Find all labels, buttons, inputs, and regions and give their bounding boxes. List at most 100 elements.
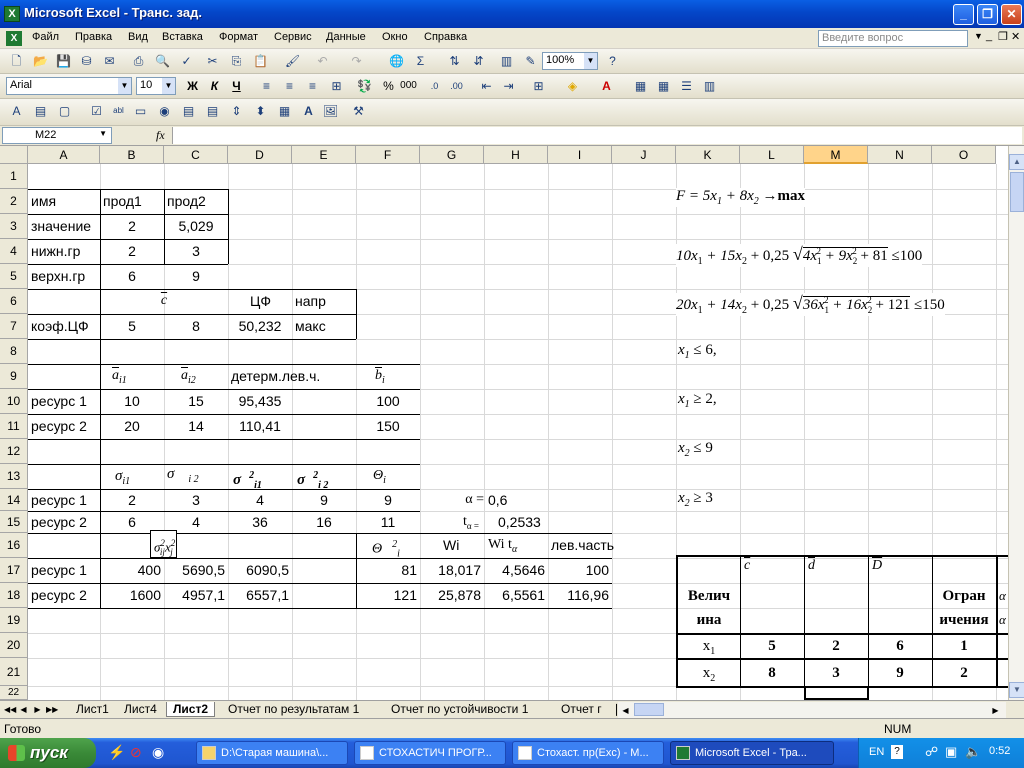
last-sheet-icon[interactable]: ▶▶ [46, 703, 58, 716]
cell-c6[interactable]: c [100, 291, 228, 311]
cell-c17[interactable]: 5690,5 [164, 560, 225, 580]
row-header-4[interactable]: 4 [0, 239, 28, 264]
table2-header-limits-1[interactable]: Огран [932, 586, 996, 606]
row-header-14[interactable]: 14 [0, 489, 28, 511]
name-box[interactable]: M22 ▼ [2, 127, 112, 144]
cut-icon[interactable]: ✂ [204, 53, 221, 69]
table2-header-name-1[interactable]: Велич [678, 586, 740, 606]
font-size-select[interactable]: 10 ▼ [136, 77, 176, 95]
cell-d11[interactable]: 110,41 [228, 416, 292, 436]
currency-icon[interactable]: 💱 [356, 78, 373, 94]
cell-c4[interactable]: 3 [164, 241, 228, 261]
cell-b14[interactable]: 2 [100, 490, 164, 510]
next-sheet-icon[interactable]: ▶ [32, 703, 43, 716]
chart-wizard-icon[interactable]: ▥ [498, 53, 515, 69]
align-right-icon[interactable]: ≡ [304, 78, 321, 94]
col-header-f[interactable]: F [356, 146, 420, 164]
row-header-22[interactable]: 22 [0, 686, 28, 700]
cell-c15[interactable]: 4 [164, 512, 228, 532]
cell-b4[interactable]: 2 [100, 241, 164, 261]
cell-c18[interactable]: 4957,1 [164, 585, 225, 605]
table2-header-extra-1[interactable]: α [999, 586, 1006, 606]
cell-d7[interactable]: 50,232 [228, 316, 292, 336]
table2-header-d[interactable]: d [808, 556, 815, 576]
option-button-icon[interactable]: ◉ [156, 103, 173, 119]
table2-row2-d[interactable]: 3 [804, 663, 868, 683]
cell-a10[interactable]: ресурс 1 [31, 391, 87, 411]
cell-a2[interactable]: имя [31, 191, 56, 211]
new-icon[interactable]: 🗋 [8, 53, 25, 69]
col-header-a[interactable]: A [28, 146, 100, 164]
col-header-e[interactable]: E [292, 146, 356, 164]
grid-icon[interactable]: ▦ [655, 78, 672, 94]
row-header-15[interactable]: 15 [0, 511, 28, 533]
row-header-21[interactable]: 21 [0, 658, 28, 686]
cell-a18[interactable]: ресурс 2 [31, 585, 87, 605]
quicklaunch-icon[interactable]: ⚡ [108, 744, 125, 761]
cell-h16[interactable]: Wi tα [488, 535, 517, 560]
cell-f17[interactable]: 81 [356, 560, 417, 580]
cell-a4[interactable]: нижн.гр [31, 241, 80, 261]
volume-icon[interactable]: 🔈 [965, 744, 981, 760]
sort-asc-icon[interactable]: ⇅ [446, 53, 463, 69]
task-excel[interactable]: Microsoft Excel - Тра... [670, 741, 834, 765]
scroll-up-icon[interactable]: ▲ [1009, 154, 1024, 170]
help-question-input[interactable]: Введите вопрос [818, 30, 968, 47]
row-header-12[interactable]: 12 [0, 439, 28, 464]
prev-sheet-icon[interactable]: ◀ [18, 703, 29, 716]
combo-box-icon[interactable]: ▤ [204, 103, 221, 119]
cell-d17[interactable]: 6090,5 [228, 560, 289, 580]
cell-b17[interactable]: 400 [100, 560, 161, 580]
group-box-icon[interactable]: ▢ [56, 103, 73, 119]
col-header-b[interactable]: B [100, 146, 164, 164]
language-indicator[interactable]: EN [869, 746, 884, 758]
autosum-icon[interactable]: Σ [412, 53, 429, 69]
cell-h18[interactable]: 6,5561 [484, 585, 545, 605]
col-header-i[interactable]: I [548, 146, 612, 164]
minimize-button[interactable]: _ [953, 4, 974, 25]
cell-i16[interactable]: лев.часть [551, 535, 614, 555]
menu-data[interactable]: Данные [326, 31, 366, 43]
cell-b10[interactable]: 10 [100, 391, 164, 411]
table-icon[interactable]: ▦ [632, 78, 649, 94]
objective-function-formula[interactable]: F = 5x1 + 8x2 →max [676, 188, 805, 207]
print-icon[interactable]: ⎙ [130, 53, 147, 69]
table2-row1-name[interactable]: x1 [678, 636, 740, 662]
align-left-icon[interactable]: ≡ [258, 78, 275, 94]
cell-f14[interactable]: 9 [356, 490, 420, 510]
undo-icon[interactable]: ↶ [314, 53, 331, 69]
vertical-scrollbar[interactable]: ▲ ▼ [1008, 146, 1024, 700]
help-icon[interactable]: ? [604, 53, 621, 69]
cell-g17[interactable]: 18,017 [420, 560, 481, 580]
col-header-n[interactable]: N [868, 146, 932, 164]
redo-icon[interactable]: ↷ [348, 53, 365, 69]
image-icon[interactable]: 🖼 [322, 103, 339, 119]
cell-f18[interactable]: 121 [356, 585, 417, 605]
scroll-thumb[interactable] [1010, 172, 1024, 212]
cell-b13[interactable]: σi1 [115, 466, 130, 492]
cell-a17[interactable]: ресурс 1 [31, 560, 87, 580]
merge-center-icon[interactable]: ⊞ [328, 78, 345, 94]
fill-color-icon[interactable]: ◈ [564, 78, 581, 94]
tools-icon[interactable]: ⚒ [350, 103, 367, 119]
cell-d18[interactable]: 6557,1 [228, 585, 289, 605]
cell-g18[interactable]: 25,878 [420, 585, 481, 605]
first-sheet-icon[interactable]: ◀◀ [4, 703, 16, 716]
cell-e14[interactable]: 9 [292, 490, 356, 510]
cell-b9[interactable]: ai1 [112, 366, 127, 391]
cell-a11[interactable]: ресурс 2 [31, 416, 87, 436]
doc-minimize-icon[interactable]: _ [986, 30, 992, 42]
drawing-icon[interactable]: ✎ [522, 53, 539, 69]
cell-h15[interactable]: 0,2533 [498, 512, 541, 532]
save-icon[interactable]: 💾 [55, 53, 72, 69]
row-header-11[interactable]: 11 [0, 414, 28, 439]
cell-c14[interactable]: 3 [164, 490, 228, 510]
menu-file[interactable]: Файл [32, 31, 59, 43]
col-header-h[interactable]: H [484, 146, 548, 164]
col-header-l[interactable]: L [740, 146, 804, 164]
dropdown-arrow-icon[interactable]: ▼ [974, 31, 983, 41]
row-header-16[interactable]: 16 [0, 533, 28, 558]
row-header-1[interactable]: 1 [0, 164, 28, 189]
row-header-6[interactable]: 6 [0, 289, 28, 314]
tray-app-icon[interactable]: ▣ [945, 744, 957, 760]
